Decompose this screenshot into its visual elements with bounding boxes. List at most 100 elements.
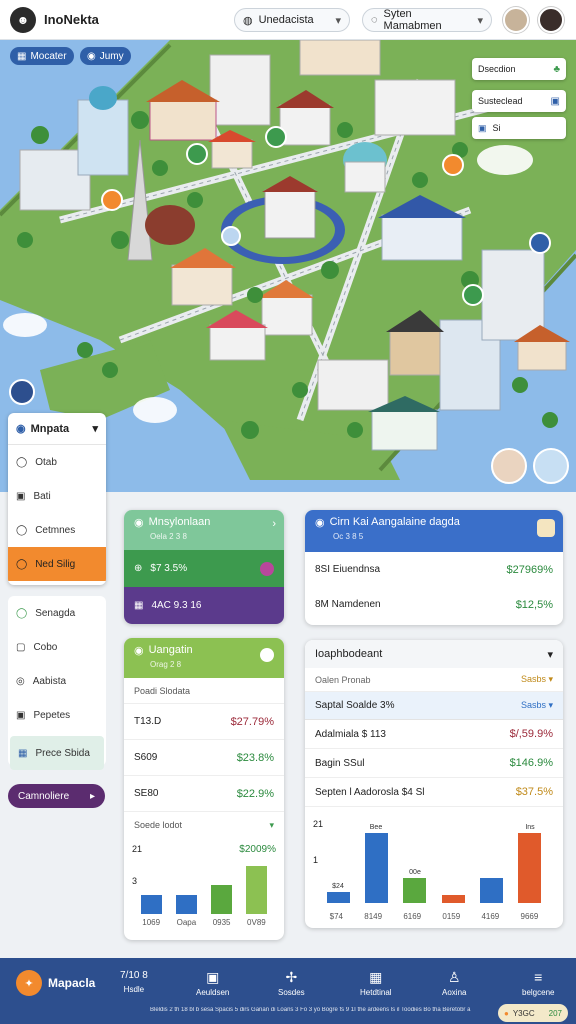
chart-bar-label: $24 <box>332 883 344 890</box>
toggle-icon[interactable] <box>260 648 274 662</box>
chart-x-label: Oapa <box>176 918 197 927</box>
chart-bar <box>141 895 162 914</box>
bottom-brand[interactable]: ✦ Mapacla <box>16 970 95 996</box>
document-icon: ▣ <box>206 969 220 985</box>
app-title: InoNekta <box>44 12 99 27</box>
bottom-badge[interactable]: ● Y3GC 207 <box>498 1004 568 1022</box>
chart-x-label: 0159 <box>442 912 461 921</box>
chart-bar <box>211 885 232 914</box>
menu-icon: ≡ <box>534 969 543 985</box>
network-icon: ✢ <box>285 969 298 985</box>
lime-table-title: Poadi Slodata <box>124 678 284 704</box>
lime-row-1: T13.D $27.79% <box>124 704 284 740</box>
chart-bar <box>327 892 350 903</box>
user-avatar-1[interactable] <box>503 7 529 33</box>
square-icon: ▢ <box>16 641 26 653</box>
target-icon: ◎ <box>16 675 25 687</box>
chart-bar <box>176 895 197 914</box>
side-menu-header[interactable]: ◉ Mnpata ▾ <box>8 413 106 445</box>
lime-select[interactable]: Soede lodot ▾ <box>124 812 284 838</box>
side-menu-item-bati[interactable]: ▣ Bati <box>8 479 106 513</box>
table-chart-x-labels: $74 8149 6169 0159 4169 9669 <box>319 912 549 924</box>
map-chip-jumy[interactable]: ◉ Jumy <box>80 47 131 65</box>
table-card-header[interactable]: Ioaphbodeant ▾ <box>305 640 563 668</box>
lime-row-2: S609 $23.8% <box>124 740 284 776</box>
user-avatar-icon[interactable]: ☻ <box>10 6 36 33</box>
chevron-down-icon: ▾ <box>335 14 341 27</box>
calendar-icon: ▣ <box>478 122 487 133</box>
coin-icon: ● <box>504 1008 509 1018</box>
user-avatar-2[interactable] <box>538 7 564 33</box>
chevron-down-icon: ▾ <box>547 648 553 661</box>
globe-icon: ◍ <box>243 14 253 27</box>
region-dropdown[interactable]: ◍ Unedacista ▾ <box>234 8 350 32</box>
table-row-3[interactable]: Bagin SSul $146.9% <box>305 749 563 778</box>
blue-card-row-2: 8M Namdenen $12,5% <box>315 598 553 611</box>
chart-x-label: 6169 <box>403 912 422 921</box>
summary-card-green[interactable]: ◉ Mnsylonlaan Oela 2 3 8 › ⊕ $7 3.5% ▦ 4… <box>124 510 284 624</box>
map-card-susteclead[interactable]: Susteclead ▣ <box>472 90 566 112</box>
chevron-down-icon: ▾ <box>477 14 483 27</box>
side-menu-item-cetmnes[interactable]: ◯ Cetmnes <box>8 513 106 547</box>
blue-card-row-1: 8SI Eiuendnsa $27969% <box>315 563 553 576</box>
bottom-footer-text: Bleldis 2 th 18 bl b sesa Spacis 5 dirs … <box>150 1007 471 1013</box>
map-card-si[interactable]: ▣ Si <box>472 117 566 139</box>
table-row-4[interactable]: Septen l Aadorosla $4 Sl $37.5% <box>305 778 563 807</box>
lime-chart-y-top: 21 <box>132 844 143 854</box>
side-menu2-item-pepetes[interactable]: ▣ Pepetes <box>8 698 106 732</box>
sync-icon: ⊕ <box>134 563 143 574</box>
chart-bar-label: 00e <box>409 869 421 876</box>
chart-bar <box>403 878 426 903</box>
chart-bar-label: Ins <box>525 824 535 831</box>
green-card-row-1: ⊕ $7 3.5% <box>124 550 284 587</box>
side-menu2-item-aabista[interactable]: ◎ Aabista <box>8 664 106 698</box>
table-row-1[interactable]: Saptal Soalde 3% Sasbs ▾ <box>305 692 563 720</box>
detail-card-table[interactable]: Ioaphbodeant ▾ Oalen Pronab Sasbs ▾ Sapt… <box>305 640 563 928</box>
system-dropdown[interactable]: ◌ Syten Mamabmen ▾ <box>362 8 492 32</box>
table-row-2[interactable]: Adalmiala $ 113 $/,59.9% <box>305 720 563 749</box>
side-menu2-item-prece-sbida[interactable]: ▦ Prece Sbida <box>10 736 104 770</box>
chart-x-label: 8149 <box>364 912 383 921</box>
detail-card-lime[interactable]: ◉ Uangatin Orag 2 8 Poadi Slodata T13.D … <box>124 638 284 940</box>
circle-icon: ◯ <box>16 456 28 468</box>
circle-icon: ◯ <box>16 524 28 536</box>
logo-icon: ◉ <box>134 645 144 657</box>
bottom-nav-sosdes[interactable]: ✢ Sosdes <box>278 970 305 997</box>
chart-bar <box>246 866 267 914</box>
side-menu2-item-cobo[interactable]: ▢ Cobo <box>8 630 106 664</box>
bottom-nav-hetdtinal[interactable]: ▦ Hetdtinal <box>360 970 392 997</box>
chart-bar-label: Bee <box>369 824 383 831</box>
status-dot-icon <box>260 561 274 576</box>
camnoliere-button[interactable]: Camnoliere ▸ <box>8 784 105 808</box>
chart-x-label: 4169 <box>481 912 500 921</box>
leaf-icon: ♣ <box>553 63 560 75</box>
lime-chart-x-labels: 1069 Oapa 0935 0V89 <box>134 918 274 930</box>
chevron-down-icon: ▾ <box>269 819 274 830</box>
badge-icon <box>537 519 555 537</box>
logo-icon: ◉ <box>16 423 26 435</box>
side-menu2-item-senagda[interactable]: ◯ Senagda <box>8 596 106 630</box>
table-card-subheader: Oalen Pronab Sasbs ▾ <box>305 668 563 692</box>
chart-bar <box>442 895 465 903</box>
bottom-nav-belgcene[interactable]: ≡ belgcene <box>522 970 554 997</box>
ring-icon: ◯ <box>16 607 28 619</box>
lime-chart: 21 $2009% 3 1069 Oapa 0935 0V89 <box>124 838 284 934</box>
bottom-nav-aeuldsen[interactable]: ▣ Aeuldsen <box>196 970 229 997</box>
grid-icon: ▦ <box>134 600 144 611</box>
brand-logo-icon: ✦ <box>16 970 42 996</box>
map-chip-mocater[interactable]: ▦ Mocater <box>10 47 74 65</box>
circle-icon: ◯ <box>16 558 28 570</box>
calendar-icon: ▦ <box>369 969 383 985</box>
table-chart-y-mid: 1 <box>313 855 319 865</box>
document-icon: ▣ <box>16 490 26 502</box>
blue-card-header: ◉ Cirn Kai Aangalaine dagda Oc 3 8 5 <box>305 510 563 552</box>
side-menu-item-ned-silig[interactable]: ◯ Ned Silig <box>8 547 106 581</box>
map-card-dsecdion[interactable]: Dsecdion ♣ <box>472 58 566 80</box>
logo-icon: ◉ <box>134 517 144 529</box>
lime-card-header: ◉ Uangatin Orag 2 8 <box>124 638 284 678</box>
side-menu-item-otab[interactable]: ◯ Otab <box>8 445 106 479</box>
summary-card-blue[interactable]: ◉ Cirn Kai Aangalaine dagda Oc 3 8 5 8SI… <box>305 510 563 625</box>
bottom-stat: 7/10 8 Hsdle <box>120 970 148 994</box>
chevron-right-icon: ▸ <box>89 790 95 802</box>
bottom-nav-aoxina[interactable]: ♙ Aoxina <box>442 970 466 997</box>
